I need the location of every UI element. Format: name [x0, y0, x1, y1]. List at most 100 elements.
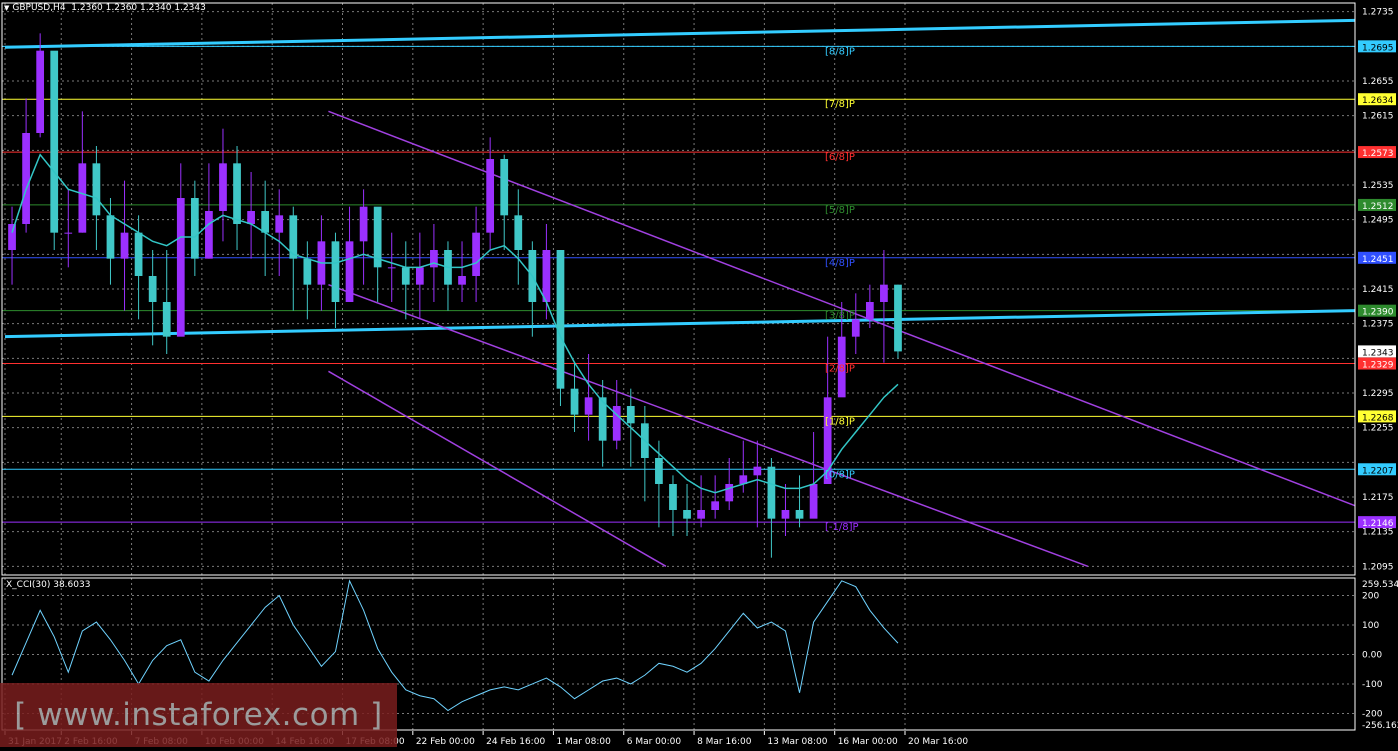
candle-body-25: [359, 206, 368, 242]
price-tick-8: 1.2415: [1362, 285, 1394, 295]
cci-axis-labels: 259.534 200 100 0.00 -100 -200 -256.162: [1362, 580, 1398, 731]
candle-body-10: [148, 276, 157, 302]
murrey-label-0: [8/8]P: [825, 46, 855, 57]
candle-body-6: [92, 163, 101, 216]
candle-body-40: [570, 388, 579, 415]
candle-body-63: [894, 284, 902, 352]
time-label-8: 1 Mar 08:00: [556, 737, 611, 747]
candle-body-29: [415, 267, 424, 285]
candle-body-36: [514, 215, 523, 250]
candle-body-39: [556, 250, 565, 389]
candle-body-32: [458, 276, 466, 285]
price-axis-labels: 1.2695 1.2634 1.2573 1.2512 1.2451 1.2390 1.23…: [1358, 8, 1396, 572]
candle-body-7: [106, 215, 115, 259]
candle-body-11: [162, 302, 171, 337]
candle-body-34: [486, 159, 495, 233]
candle-body-60: [851, 319, 860, 337]
candle-body-33: [472, 232, 480, 276]
murrey-price-text-0: 1.2695: [1362, 43, 1394, 53]
price-tick-14: 1.2175: [1362, 493, 1394, 503]
indicator-label: X_CCI(30) 38.6033: [6, 580, 91, 590]
ohlc-values: 1.2360 1.2360 1.2340 1.2343: [71, 3, 206, 13]
candle-body-35: [500, 159, 509, 216]
price-tick-0: 1.2735: [1362, 8, 1394, 18]
time-label-9: 6 Mar 00:00: [627, 737, 682, 747]
price-tick-9: 1.2375: [1362, 320, 1394, 330]
candle-body-2: [36, 50, 45, 133]
cci-tick-6: -256.162: [1362, 721, 1398, 731]
time-label-13: 20 Mar 16:00: [908, 737, 968, 747]
murrey-label-4: [4/8]P: [825, 258, 855, 269]
candle-body-61: [865, 302, 874, 320]
trendline-1: [4, 18, 1356, 49]
candle-body-57: [809, 484, 818, 519]
price-grid: [2, 3, 1355, 575]
candle-body-24: [345, 241, 354, 302]
time-label-7: 24 Feb 16:00: [486, 737, 545, 747]
symbol-name: GBPUSD,H4: [12, 3, 66, 13]
time-label-12: 16 Mar 00:00: [838, 737, 898, 747]
watermark-text: [ www.instaforex.com ]: [14, 697, 383, 733]
murrey-label-9: [-1/8]P: [825, 522, 859, 533]
time-label-10: 8 Mar 16:00: [697, 737, 752, 747]
candle-body-12: [176, 198, 185, 337]
candle-body-28: [401, 267, 410, 285]
murrey-price-text-3: 1.2512: [1362, 202, 1394, 212]
candle-body-41: [584, 397, 593, 415]
murrey-price-text-5: 1.2390: [1362, 308, 1394, 318]
candle-body-5: [78, 163, 87, 233]
price-tick-12: 1.2255: [1362, 424, 1394, 434]
channel-line-1: [328, 283, 1089, 568]
candle-body-50: [711, 501, 720, 510]
symbol-header[interactable]: ▼ GBPUSD,H4 1.2360 1.2360 1.2340 1.2343: [4, 3, 206, 13]
candle-body-8: [120, 232, 129, 259]
candle-body-62: [880, 284, 888, 302]
candle-body-49: [697, 510, 705, 519]
price-tick-11: 1.2295: [1362, 389, 1394, 399]
candle-body-4: [64, 232, 73, 234]
murrey-label-3: [5/8]P: [825, 205, 855, 216]
price-tick-3: 1.2615: [1362, 112, 1394, 122]
candle-body-15: [219, 163, 227, 211]
candle-body-55: [781, 510, 790, 519]
price-tick-15: 1.2135: [1362, 528, 1394, 538]
cci-tick-4: -100: [1362, 680, 1383, 690]
murrey-label-7: [1/8]P: [825, 416, 855, 427]
current-price-text: 1.2343: [1362, 348, 1394, 358]
cci-tick-2: 100: [1362, 621, 1379, 631]
cci-tick-5: -200: [1362, 709, 1383, 719]
murrey-price-text-7: 1.2268: [1362, 413, 1394, 423]
candle-body-13: [190, 198, 199, 259]
murrey-label-2: [6/8]P: [825, 152, 855, 163]
candle-body-19: [275, 215, 284, 233]
candle-body-14: [205, 211, 213, 259]
price-tick-6: 1.2495: [1362, 216, 1394, 226]
axes: [1, 2, 1356, 731]
candle-body-38: [542, 250, 551, 302]
price-tick-2: 1.2655: [1362, 77, 1394, 87]
candle-body-18: [261, 211, 270, 233]
murrey-price-text-2: 1.2573: [1362, 149, 1394, 159]
watermark: [ www.instaforex.com ]: [0, 683, 397, 747]
murrey-label-1: [7/8]P: [825, 99, 855, 110]
murrey-label-6: [2/8]P: [825, 364, 855, 375]
candle-body-23: [331, 241, 340, 302]
murrey-label-5: [3/8]P: [825, 311, 855, 322]
murrey-levels: [2, 45, 1355, 523]
murrey-label-8: [0/8]P: [825, 469, 855, 480]
price-chart-area[interactable]: 1.2695 1.2634 1.2573 1.2512 1.2451 1.2390 1.23…: [0, 0, 1398, 751]
candle-body-46: [655, 458, 663, 484]
candle-body-47: [669, 484, 677, 510]
candle-body-1: [22, 133, 30, 224]
candle-body-51: [725, 484, 734, 502]
indicator-header[interactable]: X_CCI(30) 38.6033: [6, 580, 90, 590]
candle-body-27: [387, 267, 396, 269]
candle-body-9: [134, 232, 143, 276]
candle-body-48: [683, 510, 691, 519]
candle-body-3: [50, 50, 59, 233]
price-tick-5: 1.2535: [1362, 181, 1394, 191]
time-label-6: 22 Feb 00:00: [416, 737, 475, 747]
murrey-price-text-4: 1.2451: [1362, 255, 1394, 265]
candle-body-16: [233, 163, 241, 224]
cci-tick-1: 200: [1362, 592, 1379, 602]
